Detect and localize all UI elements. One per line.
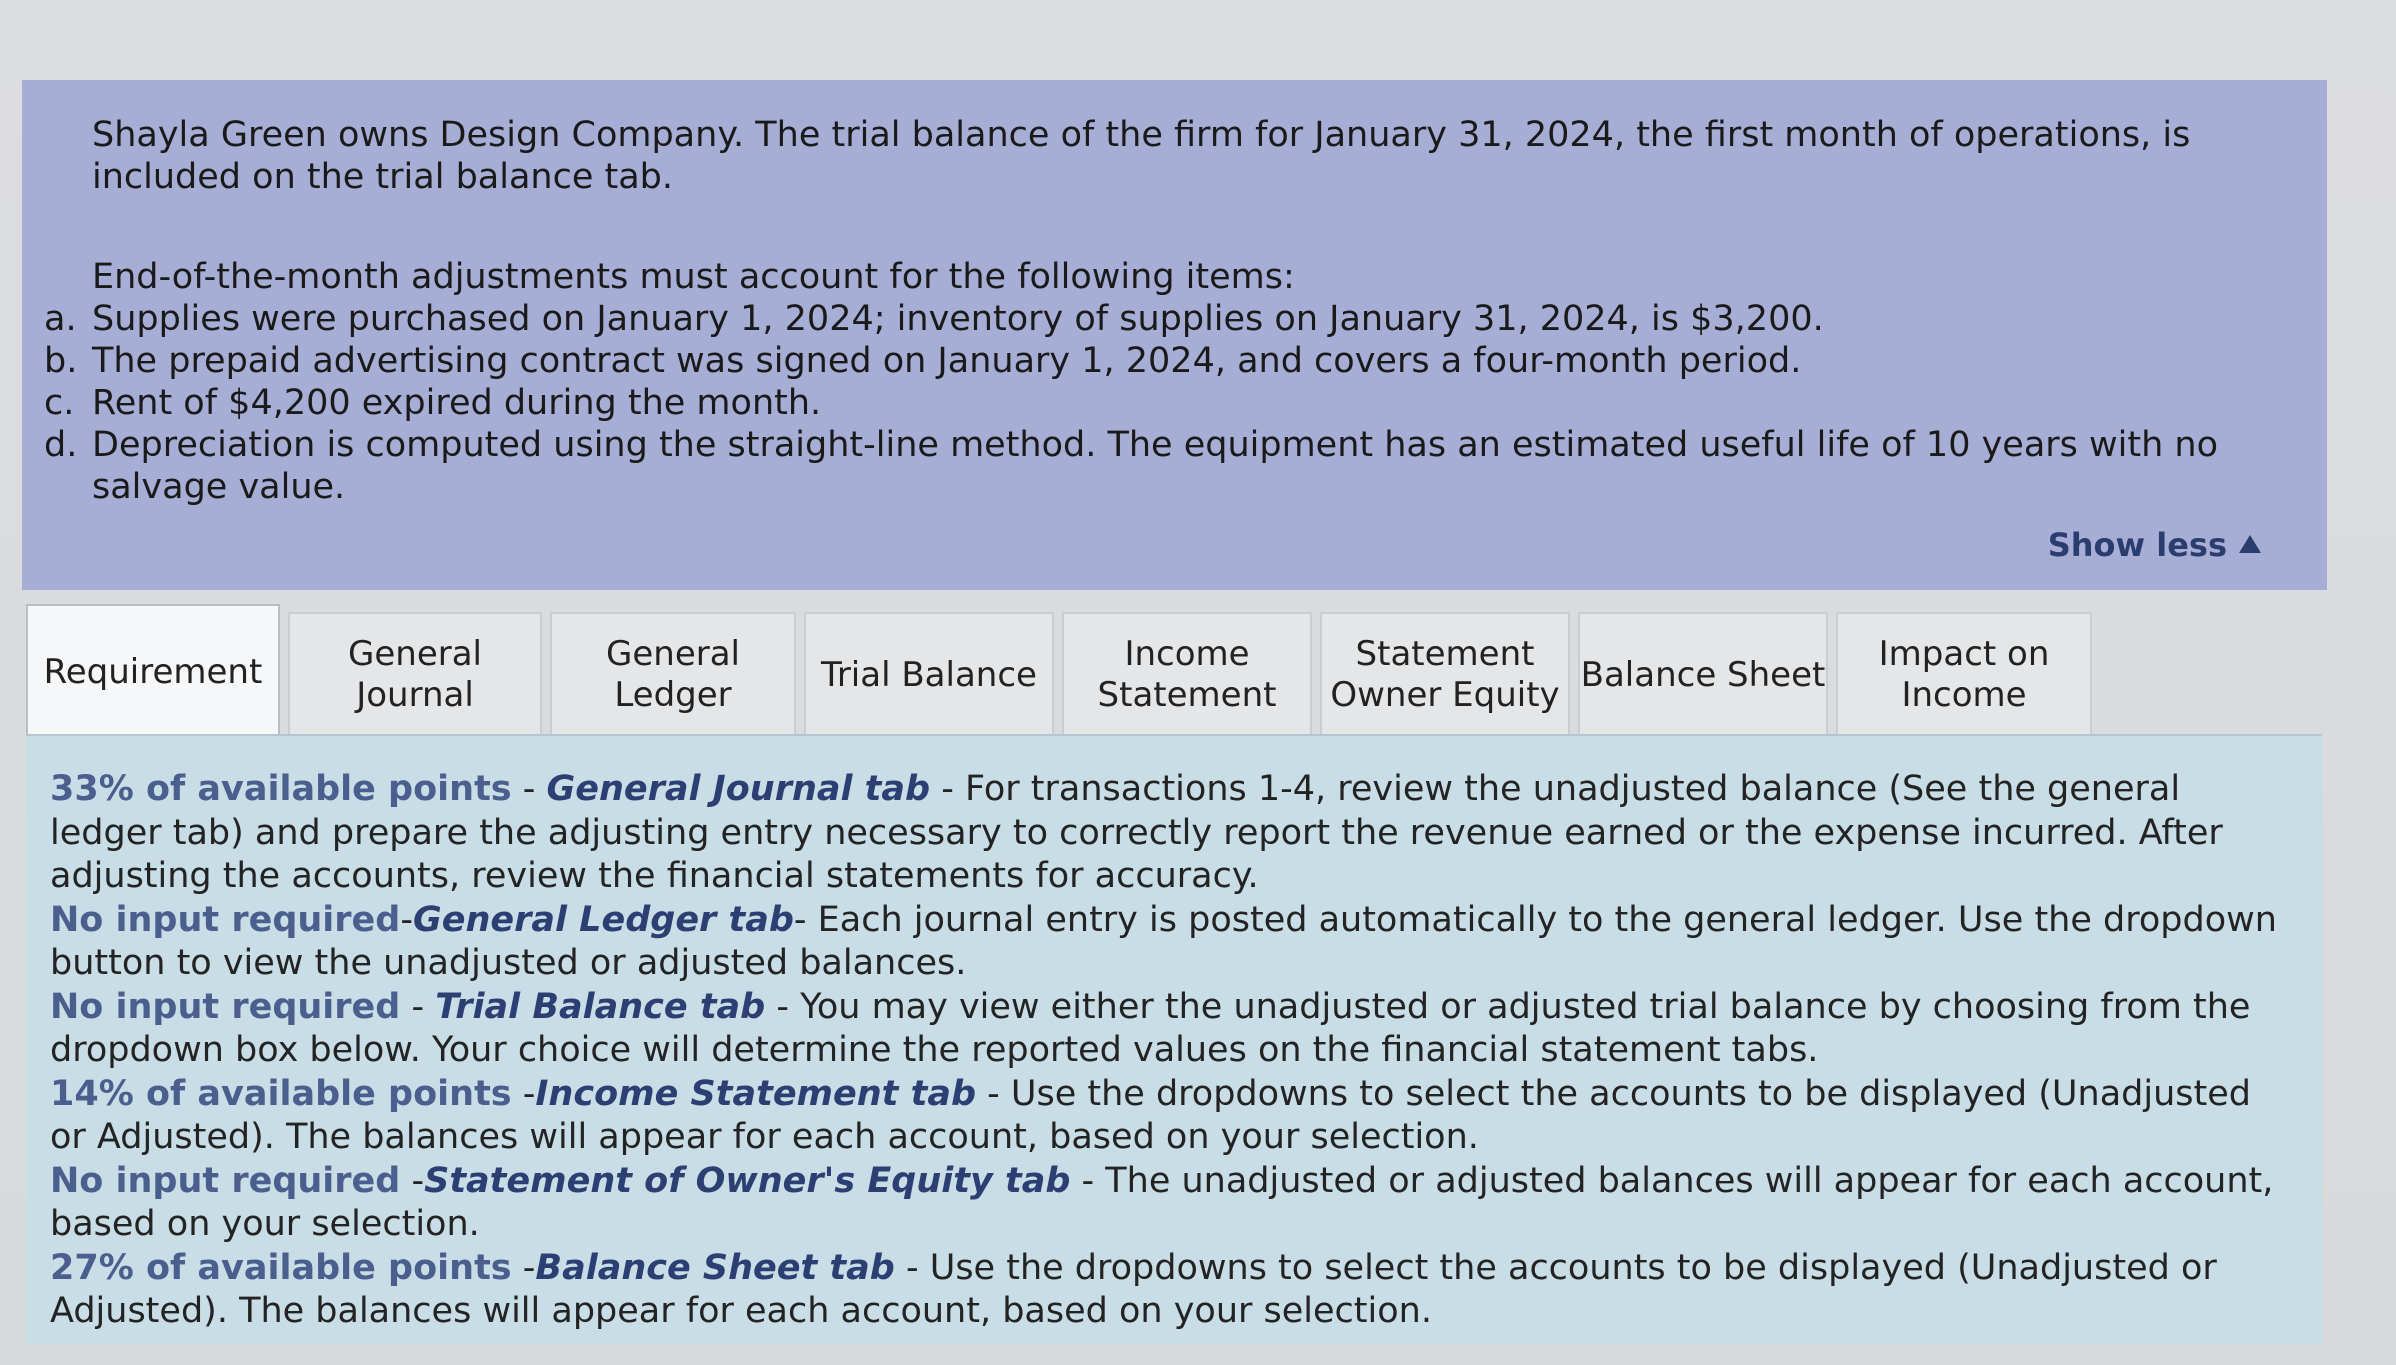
requirement-panel: 33% of available points - General Journa… — [26, 734, 2322, 1344]
tab-reference: General Ledger tab — [412, 899, 794, 940]
points-label: No input required — [50, 986, 401, 1027]
tab-label-line2: Owner Equity — [1330, 675, 1560, 715]
tab-label-line1: Statement — [1355, 634, 1535, 674]
adjustment-item-c: c. Rent of $4,200 expired during the mont… — [44, 382, 2262, 424]
tab-label-line2: Income — [1901, 675, 2027, 715]
separator: - — [511, 1247, 536, 1288]
tab-impact-on-income[interactable]: Impact on Income — [1836, 612, 2092, 736]
separator: - — [400, 1160, 425, 1201]
points-label: 33% of available points — [50, 769, 512, 809]
tab-reference: Balance Sheet tab — [535, 1247, 895, 1288]
tab-label-line1: General — [348, 634, 482, 674]
page: Shayla Green owns Design Company. The tr… — [0, 0, 2396, 1365]
adjustment-item-b: b. The prepaid advertising contract was s… — [44, 340, 2262, 382]
points-label: 14% of available points — [50, 1073, 512, 1114]
tab-balance-sheet[interactable]: Balance Sheet — [1578, 612, 1828, 736]
tab-label-line1: Impact on — [1878, 634, 2050, 674]
show-less-label: Show less — [2047, 526, 2227, 564]
separator: - — [511, 1073, 536, 1114]
problem-intro: Shayla Green owns Design Company. The tr… — [92, 115, 2191, 197]
item-marker: d. — [44, 425, 78, 465]
adjustments-lead: End-of-the-month adjustments must accoun… — [92, 257, 1295, 297]
tab-label-line2: Journal — [356, 675, 474, 715]
tab-label: Balance Sheet — [1580, 654, 1826, 695]
item-text: Rent of $4,200 expired during the month. — [92, 383, 822, 423]
separator: - — [400, 899, 413, 940]
tab-bar: Requirement General Journal General Ledger… — [26, 604, 2326, 738]
tab-label-line2: Ledger — [614, 675, 732, 715]
requirement-general-journal: 33% of available points - General Journa… — [50, 768, 2292, 899]
item-text: Supplies were purchased on January 1, 20… — [92, 299, 1824, 339]
item-text: The prepaid advertising contract was sig… — [92, 341, 1802, 381]
tab-label-line1: Income — [1124, 634, 1250, 674]
tab-label: Requirement — [43, 651, 263, 692]
tab-trial-balance[interactable]: Trial Balance — [804, 612, 1054, 736]
tab-reference: General Journal tab — [546, 769, 931, 809]
adjustment-item-a: a. Supplies were purchased on January 1, … — [44, 298, 2262, 340]
item-marker: c. — [44, 383, 75, 423]
tab-reference: Trial Balance tab — [435, 986, 766, 1027]
points-label: No input required — [50, 1160, 401, 1201]
separator: - — [511, 769, 547, 809]
tab-income-statement[interactable]: Income Statement — [1062, 612, 1312, 736]
tab-general-ledger[interactable]: General Ledger — [550, 612, 796, 736]
tab-label-line2: Statement — [1097, 675, 1277, 715]
requirement-trial-balance: No input required - Trial Balance tab - … — [50, 986, 2292, 1073]
adjustment-list: a. Supplies were purchased on January 1, … — [44, 298, 2257, 508]
tab-reference: Statement of Owner's Equity tab — [424, 1160, 1071, 1201]
item-marker: a. — [44, 299, 77, 339]
item-text: Depreciation is computed using the strai… — [92, 425, 2219, 507]
problem-statement-panel: Shayla Green owns Design Company. The tr… — [22, 80, 2327, 590]
separator: - — [400, 986, 436, 1027]
requirement-income-statement: 14% of available points -Income Statemen… — [50, 1073, 2292, 1160]
tab-statement-owner-equity[interactable]: Statement Owner Equity — [1320, 612, 1570, 736]
tab-label: Trial Balance — [821, 654, 1037, 695]
tab-general-journal[interactable]: General Journal — [288, 612, 542, 736]
triangle-up-icon — [2239, 535, 2261, 553]
tab-label-line1: General — [606, 634, 740, 674]
adjustment-item-d: d. Depreciation is computed using the str… — [44, 424, 2262, 508]
item-marker: b. — [44, 341, 78, 381]
requirement-general-ledger: No input required-General Ledger tab- Ea… — [50, 899, 2292, 986]
points-label: No input required — [50, 899, 401, 940]
requirement-owner-equity: No input required -Statement of Owner's … — [50, 1160, 2292, 1247]
points-label: 27% of available points — [50, 1247, 512, 1288]
tab-reference: Income Statement tab — [535, 1073, 976, 1114]
tab-requirement[interactable]: Requirement — [26, 604, 280, 738]
requirement-balance-sheet: 27% of available points -Balance Sheet t… — [50, 1247, 2292, 1334]
show-less-link[interactable]: Show less — [2048, 526, 2261, 564]
